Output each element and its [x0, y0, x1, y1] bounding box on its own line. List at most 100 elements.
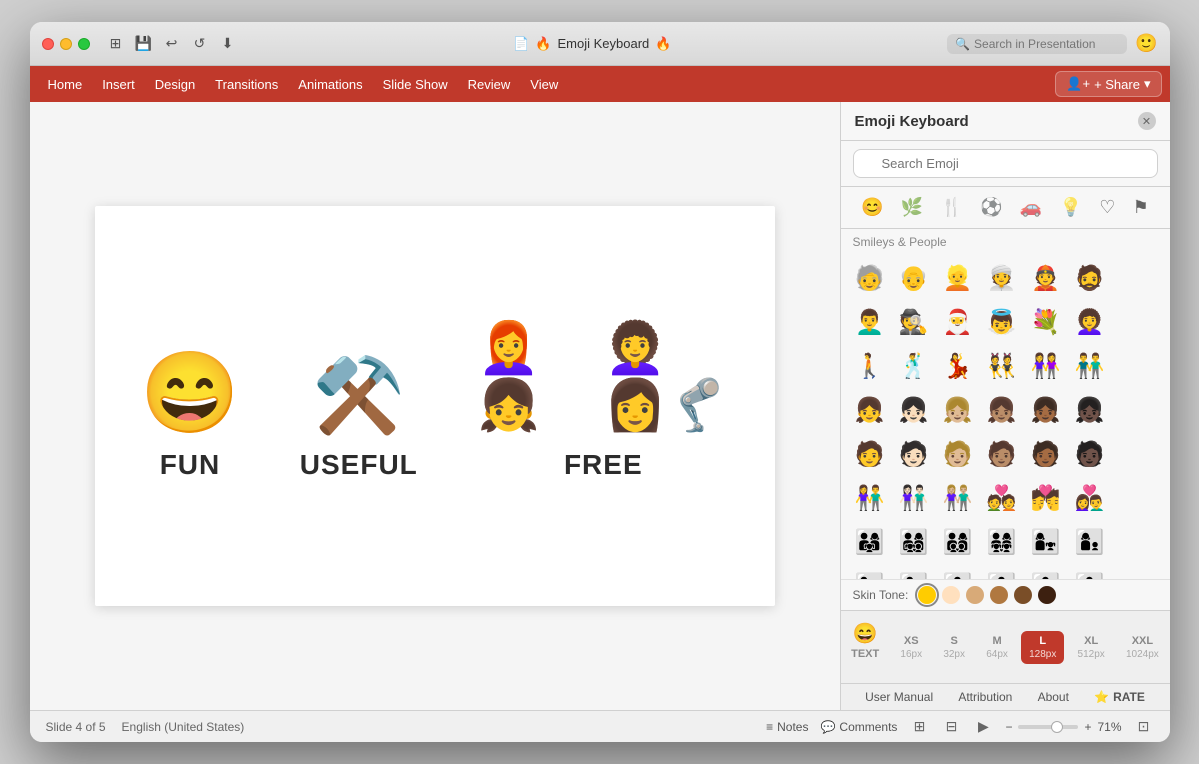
- menu-design[interactable]: Design: [145, 73, 205, 96]
- menu-home[interactable]: Home: [38, 73, 93, 96]
- emoji-cell[interactable]: 🕺: [893, 345, 935, 387]
- emoji-cell[interactable]: 🧑🏼: [937, 433, 979, 475]
- skin-tone-medium-dark[interactable]: [1014, 586, 1032, 604]
- emoji-cell[interactable]: 👨‍👩‍👧: [849, 521, 891, 563]
- notes-button[interactable]: ≡ Notes: [766, 720, 808, 734]
- emoji-cell[interactable]: 👫🏼: [937, 477, 979, 519]
- cat-nature[interactable]: 🌿: [899, 195, 925, 220]
- minimize-button[interactable]: [60, 38, 72, 50]
- menu-transitions[interactable]: Transitions: [205, 73, 288, 96]
- emoji-cell[interactable]: 👨‍👩‍👧‍👦: [893, 521, 935, 563]
- fit-page-button[interactable]: ⊡: [1134, 717, 1154, 737]
- menu-slideshow[interactable]: Slide Show: [373, 73, 458, 96]
- emoji-face-icon[interactable]: 🙂: [1135, 33, 1157, 54]
- emoji-cell[interactable]: 👧🏼: [937, 389, 979, 431]
- save-icon[interactable]: 💾: [134, 34, 154, 54]
- emoji-cell[interactable]: 👨‍👦: [893, 565, 935, 579]
- slide-show-button[interactable]: ▶: [973, 717, 993, 737]
- emoji-cell[interactable]: 🚶: [849, 345, 891, 387]
- emoji-cell[interactable]: 👨‍👦‍👦: [937, 565, 979, 579]
- grid-view-button[interactable]: ⊟: [941, 717, 961, 737]
- emoji-cell[interactable]: 👩‍👧: [1025, 521, 1067, 563]
- size-m[interactable]: M 64px: [978, 631, 1016, 664]
- cat-travel[interactable]: 🚗: [1018, 195, 1044, 220]
- cat-flags[interactable]: ⚑: [1131, 195, 1151, 220]
- emoji-cell[interactable]: 👨‍👩‍👦‍👦: [937, 521, 979, 563]
- emoji-cell[interactable]: 🧑: [849, 433, 891, 475]
- emoji-cell[interactable]: 🕵️: [893, 301, 935, 343]
- emoji-cell[interactable]: 🧑🏾: [1025, 433, 1067, 475]
- size-l[interactable]: L 128px: [1021, 631, 1064, 664]
- emoji-cell[interactable]: 🧓: [849, 257, 891, 299]
- emoji-cell[interactable]: 👧🏽: [981, 389, 1023, 431]
- close-button[interactable]: [42, 38, 54, 50]
- size-text[interactable]: 😄 TEXT: [843, 617, 887, 677]
- search-box[interactable]: 🔍: [947, 34, 1127, 54]
- normal-view-button[interactable]: ⊞: [909, 717, 929, 737]
- about-link[interactable]: About: [1038, 690, 1069, 704]
- skin-tone-light[interactable]: [942, 586, 960, 604]
- emoji-cell[interactable]: 👲: [1025, 257, 1067, 299]
- more-icon[interactable]: ⬇: [218, 34, 238, 54]
- attribution-link[interactable]: Attribution: [958, 690, 1012, 704]
- zoom-plus[interactable]: +: [1084, 720, 1091, 734]
- emoji-cell[interactable]: 👼: [981, 301, 1023, 343]
- emoji-cell[interactable]: 👧🏻: [893, 389, 935, 431]
- emoji-cell[interactable]: 👩‍👦: [1069, 521, 1111, 563]
- emoji-cell[interactable]: 👩‍❤️‍👨: [1069, 477, 1111, 519]
- zoom-slider[interactable]: [1018, 725, 1078, 729]
- menu-view[interactable]: View: [520, 73, 568, 96]
- emoji-cell[interactable]: 👫: [849, 477, 891, 519]
- emoji-cell[interactable]: 👴: [893, 257, 935, 299]
- emoji-cell[interactable]: 👧🏾: [1025, 389, 1067, 431]
- menu-insert[interactable]: Insert: [92, 73, 145, 96]
- emoji-cell[interactable]: 🧑🏽: [981, 433, 1023, 475]
- emoji-cell[interactable]: 👫🏻: [893, 477, 935, 519]
- cat-objects[interactable]: 💡: [1058, 195, 1084, 220]
- emoji-grid[interactable]: 🧓 👴 👱 👳 👲 🧔 👨‍🦱 🕵️ 🎅 👼 💐 👩‍🦱 �: [841, 253, 1170, 579]
- emoji-cell[interactable]: 🎅: [937, 301, 979, 343]
- emoji-cell[interactable]: 🧑🏻: [893, 433, 935, 475]
- menu-review[interactable]: Review: [458, 73, 521, 96]
- emoji-cell[interactable]: 🧔: [1069, 257, 1111, 299]
- skin-tone-medium-light[interactable]: [966, 586, 984, 604]
- emoji-cell[interactable]: 👱: [937, 257, 979, 299]
- cat-symbols[interactable]: ♡: [1097, 195, 1117, 220]
- slide[interactable]: 😄 FUN ⚒️ USEFUL 👩‍🦰👩‍🦱 👧👩‍🦿 FREE: [95, 206, 775, 606]
- emoji-cell[interactable]: 🧑🏿: [1069, 433, 1111, 475]
- emoji-cell[interactable]: 💐: [1025, 301, 1067, 343]
- comments-button[interactable]: 💬 Comments: [820, 720, 897, 734]
- emoji-cell[interactable]: 👨‍🦱: [849, 301, 891, 343]
- emoji-panel-close[interactable]: ✕: [1138, 112, 1156, 130]
- size-xxl[interactable]: XXL 1024px: [1118, 631, 1167, 664]
- user-manual-link[interactable]: User Manual: [865, 690, 933, 704]
- emoji-cell[interactable]: 👯: [981, 345, 1023, 387]
- emoji-search-input[interactable]: [853, 149, 1158, 178]
- sidebar-icon[interactable]: ⊞: [106, 34, 126, 54]
- maximize-button[interactable]: [78, 38, 90, 50]
- zoom-minus[interactable]: −: [1005, 720, 1012, 734]
- redo-icon[interactable]: ↺: [190, 34, 210, 54]
- share-button[interactable]: 👤+ + Share ▾: [1055, 71, 1161, 97]
- size-s[interactable]: S 32px: [935, 631, 973, 664]
- emoji-cell[interactable]: 👨‍👧‍👦: [981, 565, 1023, 579]
- emoji-cell[interactable]: 👧: [849, 389, 891, 431]
- skin-tone-medium[interactable]: [990, 586, 1008, 604]
- undo-icon[interactable]: ↩: [162, 34, 182, 54]
- rate-button[interactable]: ⭐ RATE: [1094, 690, 1145, 704]
- skin-tone-dark[interactable]: [1038, 586, 1056, 604]
- emoji-cell[interactable]: 👨‍👩‍👧‍👧: [981, 521, 1023, 563]
- emoji-cell[interactable]: 👳: [981, 257, 1023, 299]
- size-xs[interactable]: XS 16px: [892, 631, 930, 664]
- emoji-cell[interactable]: 👩‍👦‍👦: [1069, 565, 1111, 579]
- menu-animations[interactable]: Animations: [288, 73, 372, 96]
- emoji-cell[interactable]: 💏: [1025, 477, 1067, 519]
- emoji-cell[interactable]: 👩‍🦱: [1069, 301, 1111, 343]
- cat-smileys[interactable]: 😊: [859, 195, 885, 220]
- emoji-cell[interactable]: 👨‍👧: [849, 565, 891, 579]
- emoji-cell[interactable]: 💑: [981, 477, 1023, 519]
- emoji-cell[interactable]: 💃: [937, 345, 979, 387]
- size-xl[interactable]: XL 512px: [1070, 631, 1113, 664]
- skin-tone-yellow[interactable]: [918, 586, 936, 604]
- emoji-cell[interactable]: 👭: [1025, 345, 1067, 387]
